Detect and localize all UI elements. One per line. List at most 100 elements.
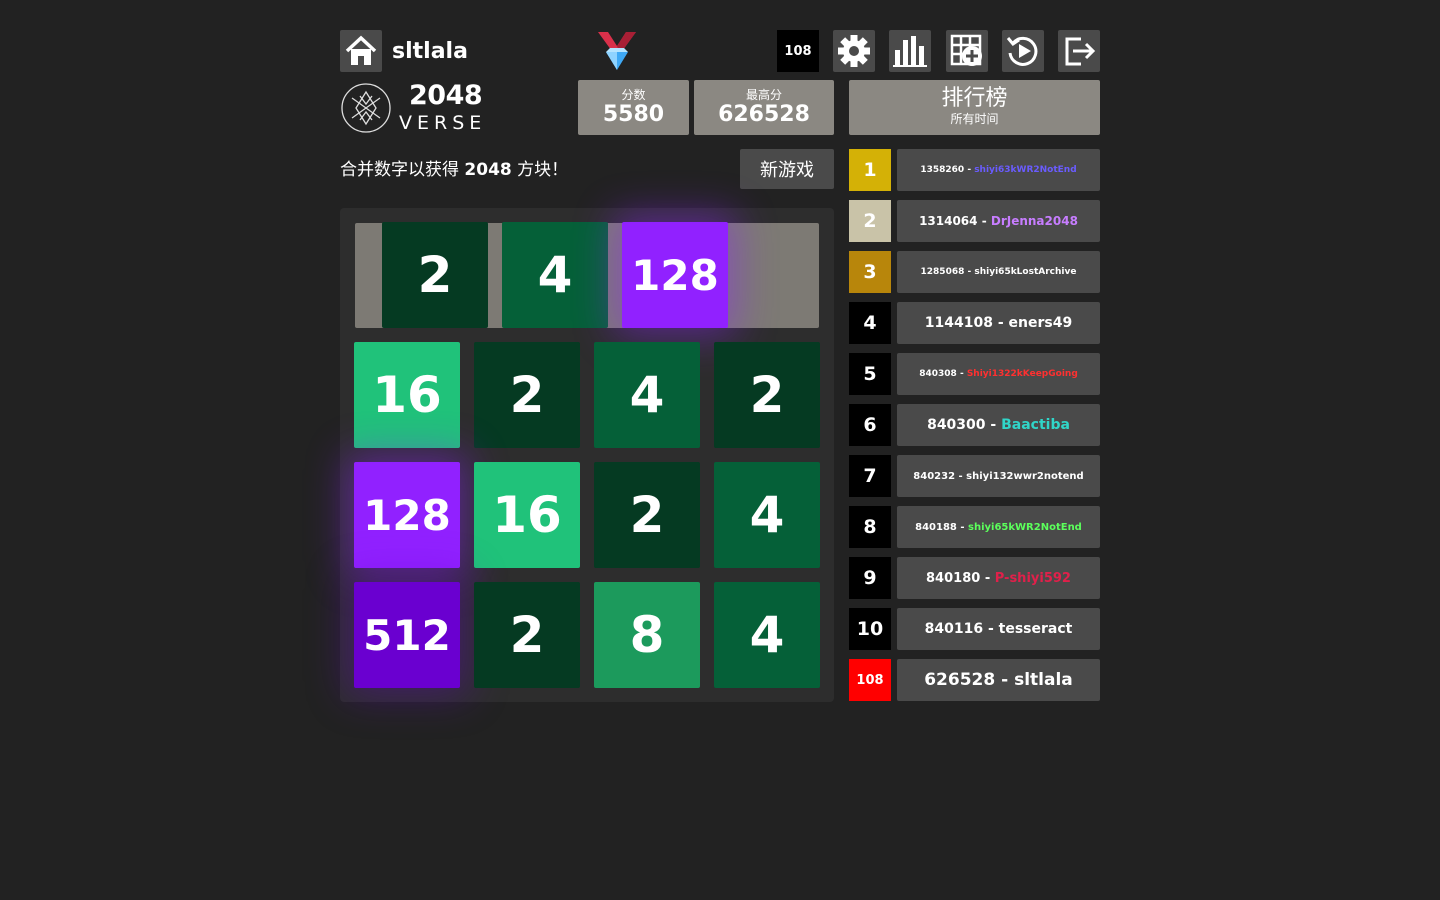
leaderboard-score: 1358260 (920, 165, 965, 175)
leaderboard-score: 840308 (919, 369, 957, 379)
username: sltlala (392, 39, 468, 64)
leaderboard-entry[interactable]: 840180 - P-shiyi592 (897, 557, 1100, 599)
settings-button[interactable] (833, 30, 875, 72)
leaderboard-entry[interactable]: 840188 - shiyi65kWR2NotEnd (897, 506, 1100, 548)
tile-2: 2 (474, 342, 580, 448)
logout-button[interactable] (1058, 30, 1100, 72)
tile-4: 4 (594, 342, 700, 448)
leaderboard-score: 840188 (915, 521, 957, 533)
new-game-button[interactable]: 新游戏 (740, 149, 834, 189)
tile-4: 4 (502, 222, 608, 328)
replay-icon (1005, 33, 1041, 69)
tile-128: 128 (622, 222, 728, 328)
best-score-label: 最高分 (745, 88, 782, 102)
leaderboard-score: 626528 (924, 670, 996, 690)
leaderboard-score: 1285068 (920, 267, 965, 277)
tile-16: 16 (354, 342, 460, 448)
leaderboard-rank: 3 (849, 251, 891, 293)
leaderboard-player-name: tesseract (998, 621, 1073, 637)
leaderboard-rank: 2 (849, 200, 891, 242)
leaderboard-player-name: sltlala (1014, 670, 1073, 690)
leaderboard-entry[interactable]: 840300 - Baactiba (897, 404, 1100, 446)
leaderboard-player-name: shiyi65kWR2NotEnd (968, 521, 1082, 533)
best-score-value: 626528 (718, 102, 810, 127)
leaderboard-entry[interactable]: 840232 - shiyi132wwr2notend (897, 455, 1100, 497)
tile-512: 512 (354, 582, 460, 688)
intro-after: 方块！ (511, 160, 569, 180)
leaderboard-rank: 7 (849, 455, 891, 497)
leaderboard-player-name: DrJenna2048 (990, 214, 1078, 228)
stats-icon (893, 34, 927, 68)
leaderboard-player-name: shiyi132wwr2notend (966, 470, 1084, 482)
leaderboard-separator: - (980, 570, 995, 586)
score-box: 分数 5580 (578, 80, 689, 135)
leaderboard-score: 840180 (926, 570, 981, 586)
new-board-button[interactable] (946, 30, 988, 72)
leaderboard-rank: 4 (849, 302, 891, 344)
tile-2: 2 (474, 582, 580, 688)
home-icon (343, 33, 379, 69)
score-value: 5580 (602, 102, 665, 127)
leaderboard-player-name: shiyi63kWR2NotEnd (974, 165, 1077, 175)
logout-icon (1061, 33, 1097, 69)
leaderboard-separator: - (964, 165, 975, 175)
leaderboard-period: 所有时间 (950, 112, 999, 126)
leaderboard-separator: - (955, 470, 967, 482)
medal-icon (596, 30, 638, 72)
leaderboard-separator: - (956, 369, 967, 379)
leaderboard-entry[interactable]: 840308 - Shiyi1322kKeepGoing (897, 353, 1100, 395)
leaderboard-separator: - (977, 214, 991, 228)
best-score-box: 最高分 626528 (694, 80, 834, 135)
logo-emblem-icon (340, 82, 392, 134)
intro-before: 合并数字以获得 (340, 160, 465, 180)
leaderboard-player-name: Shiyi1322kKeepGoing (966, 369, 1078, 379)
game-intro: 合并数字以获得 2048 方块！ (340, 156, 568, 184)
leaderboard-separator: - (992, 315, 1009, 331)
leaderboard-entry[interactable]: 1144108 - eners49 (897, 302, 1100, 344)
home-button[interactable] (340, 30, 382, 72)
leaderboard-rank: 108 (849, 659, 891, 701)
leaderboard-separator: - (964, 267, 975, 277)
leaderboard-score: 1314064 (919, 214, 978, 228)
leaderboard-player-name: Baactiba (1001, 417, 1070, 433)
tile-8: 8 (594, 582, 700, 688)
stats-button[interactable] (889, 30, 931, 72)
replay-button[interactable] (1002, 30, 1044, 72)
tile-2: 2 (714, 342, 820, 448)
tile-4: 4 (714, 462, 820, 568)
gear-icon (837, 34, 871, 68)
logo-subtitle: VERSE (399, 112, 487, 134)
leaderboard-rank: 8 (849, 506, 891, 548)
tile-16: 16 (474, 462, 580, 568)
leaderboard-rank: 9 (849, 557, 891, 599)
tile-4: 4 (714, 582, 820, 688)
score-label: 分数 (621, 88, 646, 102)
leaderboard-entry[interactable]: 1314064 - DrJenna2048 (897, 200, 1100, 242)
leaderboard-score: 840300 (927, 417, 986, 433)
leaderboard-separator: - (995, 670, 1015, 690)
leaderboard-separator: - (983, 621, 999, 637)
leaderboard-separator: - (985, 417, 1002, 433)
leaderboard-player-name: eners49 (1008, 315, 1073, 331)
tile-128: 128 (354, 462, 460, 568)
leaderboard-title: 排行榜 (941, 86, 1008, 111)
leaderboard-player-name: P-shiyi592 (994, 570, 1071, 586)
leaderboard-rank: 1 (849, 149, 891, 191)
leaderboard-score: 840116 (924, 621, 984, 637)
leaderboard-rank: 10 (849, 608, 891, 650)
leaderboard-entry[interactable]: 840116 - tesseract (897, 608, 1100, 650)
leaderboard-separator: - (956, 521, 969, 533)
rank-badge[interactable]: 108 (777, 30, 819, 72)
logo-title: 2048 (409, 80, 483, 111)
grid-plus-icon (949, 33, 985, 69)
leaderboard-entry[interactable]: 626528 - sltlala (897, 659, 1100, 701)
intro-bold: 2048 (464, 160, 512, 180)
tile-2: 2 (594, 462, 700, 568)
leaderboard-entry[interactable]: 1358260 - shiyi63kWR2NotEnd (897, 149, 1100, 191)
leaderboard-player-name: shiyi65kLostArchive (974, 267, 1077, 277)
leaderboard-header[interactable]: 排行榜 所有时间 (849, 80, 1100, 135)
leaderboard-rank: 6 (849, 404, 891, 446)
leaderboard-rank: 5 (849, 353, 891, 395)
tile-2: 2 (382, 222, 488, 328)
leaderboard-entry[interactable]: 1285068 - shiyi65kLostArchive (897, 251, 1100, 293)
